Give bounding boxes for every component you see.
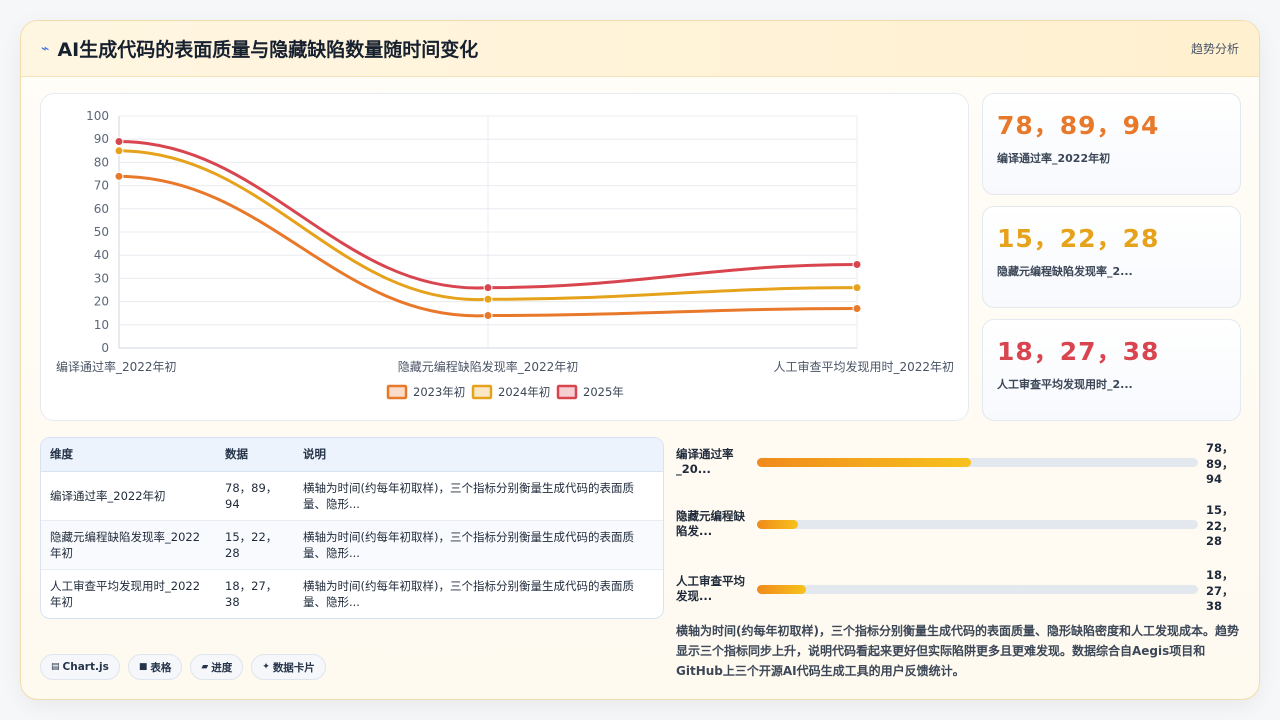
chip-chartjs[interactable]: ▤ Chart.js [40, 654, 120, 680]
chip-table[interactable]: ■ 表格 [127, 654, 183, 680]
chip-label: 进度 [211, 661, 233, 674]
table-cell: 78，89，94 [216, 471, 294, 521]
y-tick-label: 60 [94, 202, 109, 216]
table-cell: 横轴为时间(约每年初取样)，三个指标分别衡量生成代码的表面质量、隐形... [303, 578, 634, 609]
table-cell: 横轴为时间(约每年初取样)，三个指标分别衡量生成代码的表面质量、隐形... [294, 520, 663, 570]
chip-label: 数据卡片 [272, 661, 315, 674]
data-table-card: 维度 数据 说明 编译通过率_2022年初 78，89，94 横轴为时间(约每年… [40, 437, 664, 619]
stat-card-hidden-defects: 15，22，28 隐藏元编程缺陷发现率_2... [982, 206, 1241, 308]
data-point [483, 311, 493, 321]
data-point [114, 146, 124, 156]
stat-card-review-time: 18，27，38 人工审查平均发现用时_2... [982, 319, 1241, 421]
progress-row: 隐藏元编程缺陷发... 15，22，28 [676, 503, 1236, 551]
progress-fill [757, 585, 806, 594]
progress-label: 人工审查平均发现... [676, 574, 745, 603]
legend-swatch [556, 384, 578, 400]
progress-icon: ▰ [201, 662, 209, 672]
data-point [114, 137, 124, 147]
column-header: 维度 [41, 438, 216, 472]
x-tick-label: 人工审查平均发现用时_2022年初 [773, 359, 954, 374]
progress-label: 编译通过率_20... [676, 447, 734, 476]
data-point [483, 283, 493, 293]
dashboard-window: ⌁ AI生成代码的表面质量与隐藏缺陷数量随时间变化 趋势分析 0 10 20 30 40… [20, 20, 1260, 700]
progress-fill [757, 458, 971, 467]
data-point [852, 304, 862, 314]
progress-value: 78，89，94 [1206, 441, 1234, 486]
feature-chips: ▤ Chart.js ■ 表格 ▰ 进度 ✦ 数据卡片 [40, 654, 326, 680]
legend-label: 2025年 [583, 385, 624, 399]
table-cell: 编译通过率_2022年初 [41, 471, 216, 521]
y-tick-label: 0 [101, 341, 109, 355]
table-cell: 隐藏元编程缺陷发现率_2022年初 [41, 520, 216, 570]
line-chart: 0 10 20 30 40 50 60 70 80 90 100 编译通过率_2022年初 隐藏元编程缺… [56, 109, 954, 400]
chart-description: 横轴为时间(约每年初取样)，三个指标分别衡量生成代码的表面质量、隐形缺陷密度和人… [676, 624, 1239, 678]
page-title: AI生成代码的表面质量与隐藏缺陷数量随时间变化 [57, 39, 479, 61]
chip-data-card[interactable]: ✦ 数据卡片 [251, 654, 326, 680]
table-cell: 15，22，28 [216, 520, 294, 570]
legend-label: 2023年初 [413, 385, 465, 399]
table-cell: 横轴为时间(约每年初取样)，三个指标分别衡量生成代码的表面质量、隐形... [294, 471, 663, 521]
trend-icon: ⌁ [41, 40, 50, 57]
data-table: 维度 数据 说明 编译通过率_2022年初 78，89，94 横轴为时间(约每年… [41, 438, 663, 618]
table-row: 隐藏元编程缺陷发现率_2022年初 15，22，28 横轴为时间(约每年初取样)… [41, 520, 663, 570]
y-tick-label: 50 [94, 225, 109, 239]
table-header-row: 维度 数据 说明 [41, 438, 663, 472]
stat-label: 人工审查平均发现用时_2... [997, 378, 1133, 391]
progress-track [757, 458, 1198, 467]
y-tick-label: 100 [86, 109, 109, 123]
progress-fill [757, 520, 798, 529]
table-cell: 18，27，38 [225, 578, 278, 609]
progress-row: 编译通过率_20... 78，89，94 [676, 441, 1236, 489]
y-tick-label: 40 [94, 248, 109, 262]
chip-label: Chart.js [62, 661, 109, 673]
y-tick-label: 20 [94, 295, 109, 309]
data-point [852, 283, 862, 293]
table-icon: ■ [138, 662, 148, 672]
trend-analysis-link[interactable]: 趋势分析 [1191, 40, 1239, 57]
chip-label: 表格 [150, 661, 172, 674]
progress-value: 18，27，38 [1206, 568, 1234, 613]
legend-label: 2024年初 [498, 385, 550, 399]
stat-value: 18，27，38 [997, 337, 1160, 366]
stat-card-compile-rate: 78，89，94 编译通过率_2022年初 [982, 93, 1241, 195]
data-point [483, 294, 493, 304]
table-cell: 人工审查平均发现用时_2022年初 [50, 578, 201, 609]
y-tick-label: 70 [94, 179, 109, 193]
header-bar: ⌁ AI生成代码的表面质量与隐藏缺陷数量随时间变化 趋势分析 [21, 21, 1259, 77]
stat-label: 编译通过率_2022年初 [997, 152, 1111, 165]
y-tick-label: 90 [94, 132, 109, 146]
y-tick-label: 80 [94, 155, 109, 169]
x-tick-label: 编译通过率_2022年初 [56, 359, 177, 374]
table-row: 编译通过率_2022年初 78，89，94 横轴为时间(约每年初取样)，三个指标… [41, 471, 663, 521]
card-icon: ✦ [262, 662, 270, 672]
line-chart-card: 0 10 20 30 40 50 60 70 80 90 100 编译通过率_2022年初 隐藏元编程缺… [40, 93, 969, 421]
progress-track [757, 520, 1198, 529]
column-header: 数据 [216, 438, 294, 472]
chart-icon: ▤ [51, 662, 60, 672]
chip-progress[interactable]: ▰ 进度 [190, 654, 244, 680]
legend-swatch [386, 384, 408, 400]
stat-label: 隐藏元编程缺陷发现率_2... [997, 265, 1133, 278]
table-row: 人工审查平均发现用时_2022年初 18，27，38 横轴为时间(约每年初取样)… [41, 569, 663, 618]
stat-value: 78，89，94 [997, 111, 1160, 140]
stat-value: 15，22，28 [997, 224, 1160, 253]
data-point [114, 171, 124, 181]
legend-swatch [471, 384, 493, 400]
progress-label: 隐藏元编程缺陷发... [676, 509, 745, 538]
data-point [852, 259, 862, 269]
progress-row: 人工审查平均发现... 18，27，38 [676, 568, 1236, 616]
progress-track [757, 585, 1198, 594]
x-tick-label: 隐藏元编程缺陷发现率_2022年初 [398, 359, 579, 374]
progress-value: 15，22，28 [1206, 503, 1234, 548]
column-header: 说明 [294, 438, 663, 472]
y-tick-label: 10 [94, 318, 109, 332]
y-tick-label: 30 [94, 271, 109, 285]
